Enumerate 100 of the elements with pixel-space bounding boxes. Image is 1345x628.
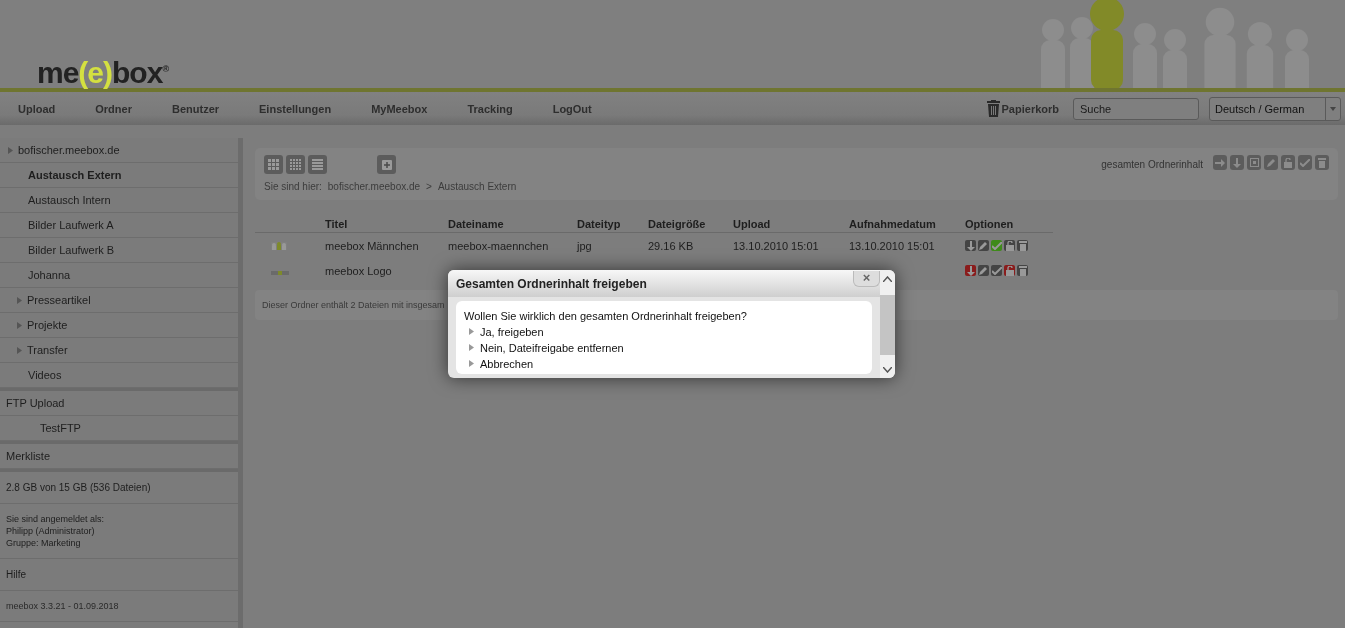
option-button[interactable] bbox=[991, 240, 1002, 251]
option-button[interactable] bbox=[1004, 240, 1015, 251]
table-cell-text: meebox-maennchen bbox=[448, 239, 550, 252]
option-button[interactable] bbox=[965, 265, 976, 276]
breadcrumb-link[interactable]: Austausch Extern bbox=[437, 181, 517, 192]
table-cell-text: jpg bbox=[577, 239, 593, 252]
trash-icon bbox=[986, 100, 1000, 117]
table-cell-text: 29.16 KB bbox=[648, 239, 695, 252]
dialog-title: Gesamten Ordnerinhalt freigeben bbox=[456, 276, 647, 291]
grid-icon bbox=[268, 159, 279, 170]
breadcrumb-link[interactable]: bofischer.meebox.de bbox=[327, 181, 421, 192]
nav-link[interactable]: Ordner bbox=[95, 102, 132, 115]
column-header: Dateiname bbox=[448, 218, 505, 230]
scrollbar-thumb[interactable] bbox=[880, 294, 895, 355]
expand-arrow-icon[interactable] bbox=[469, 360, 474, 367]
lock-icon bbox=[1005, 265, 1014, 276]
folder-item[interactable]: Projekte bbox=[0, 313, 238, 338]
trash-icon bbox=[1018, 265, 1027, 276]
meebox-logo: me(e)box$^{®}$ bbox=[37, 55, 168, 88]
bulk-action-button[interactable] bbox=[1230, 155, 1244, 170]
lock-icon bbox=[1284, 157, 1292, 168]
expand-arrow-icon[interactable] bbox=[8, 146, 13, 154]
option-button[interactable] bbox=[965, 240, 976, 251]
close-button[interactable]: × bbox=[853, 270, 880, 287]
view-button[interactable] bbox=[264, 155, 283, 174]
table-cell-text: meebox Logo bbox=[325, 264, 393, 277]
nav-link[interactable]: Tracking bbox=[467, 102, 513, 115]
folder-item[interactable]: Austausch Extern bbox=[0, 163, 238, 188]
view-button[interactable] bbox=[286, 155, 305, 174]
nav-link[interactable]: Upload bbox=[18, 102, 56, 115]
option-button[interactable] bbox=[1004, 265, 1015, 276]
bulk-action-button[interactable] bbox=[1315, 155, 1329, 170]
expand-arrow-icon[interactable] bbox=[469, 344, 474, 351]
lock-icon bbox=[1005, 240, 1014, 251]
option-button[interactable] bbox=[991, 265, 1002, 276]
trash-link[interactable]: Papierkorb bbox=[986, 100, 1059, 117]
new-folder-button[interactable] bbox=[377, 155, 396, 174]
folder-item[interactable]: bofischer.meebox.de bbox=[0, 138, 238, 163]
column-header: Aufnahmedatum bbox=[849, 218, 937, 230]
login-info: Philipp (Administrator) bbox=[6, 526, 96, 536]
scroll-up-icon[interactable] bbox=[883, 276, 892, 282]
bulk-action-button[interactable] bbox=[1298, 155, 1312, 170]
breadcrumb-label: Sie sind hier: bbox=[264, 181, 322, 192]
version-text: meebox 3.3.21 - 01.09.2018 bbox=[6, 601, 120, 611]
folder-item[interactable]: Bilder Laufwerk B bbox=[0, 238, 238, 263]
list-icon bbox=[312, 159, 323, 170]
folder-plus-icon bbox=[381, 159, 392, 170]
option-button[interactable] bbox=[978, 240, 989, 251]
dialog-option-link[interactable]: Ja, freigeben bbox=[464, 325, 864, 338]
view-button[interactable] bbox=[308, 155, 327, 174]
option-button[interactable] bbox=[1017, 265, 1028, 276]
arrow-down-icon bbox=[965, 265, 976, 276]
login-info: Gruppe: Marketing bbox=[6, 538, 82, 548]
arrow-down-icon bbox=[965, 240, 976, 251]
folder-item[interactable]: Bilder Laufwerk A bbox=[0, 213, 238, 238]
nav-link[interactable]: Benutzer bbox=[171, 102, 220, 115]
table-cell-text: meebox Männchen bbox=[325, 239, 420, 252]
language-select[interactable]: Deutsch / German bbox=[1209, 96, 1341, 121]
login-info: Sie sind angemeldet als: bbox=[6, 514, 106, 524]
check-icon bbox=[991, 241, 1002, 250]
pencil-icon bbox=[1266, 158, 1276, 167]
column-header: Optionen bbox=[965, 218, 1015, 230]
dialog-option-link[interactable]: Abbrechen bbox=[464, 357, 864, 370]
folder-item[interactable]: Johanna bbox=[0, 263, 238, 288]
option-button[interactable] bbox=[978, 265, 989, 276]
arrow-right-icon bbox=[1215, 157, 1225, 168]
expand-arrow-icon[interactable] bbox=[469, 328, 474, 335]
storage-info: 2.8 GB von 15 GB (536 Dateien) bbox=[6, 482, 152, 493]
check-icon bbox=[1300, 158, 1310, 167]
expand-arrow-icon[interactable] bbox=[17, 296, 22, 304]
folder-item[interactable]: Presseartikel bbox=[0, 288, 238, 313]
arrow-down-icon bbox=[1232, 157, 1242, 168]
dropdown-arrow-icon bbox=[1330, 106, 1336, 111]
scroll-down-icon[interactable] bbox=[883, 367, 892, 373]
check-icon bbox=[991, 266, 1002, 275]
ftp-upload-item[interactable]: FTP Upload bbox=[0, 391, 238, 416]
search-field[interactable]: Suche bbox=[1073, 97, 1199, 120]
option-button[interactable] bbox=[1017, 240, 1028, 251]
frame-icon bbox=[1249, 158, 1259, 167]
bulk-action-button[interactable] bbox=[1247, 155, 1261, 170]
column-header: Upload bbox=[733, 218, 772, 230]
column-header: Dateigröße bbox=[648, 218, 707, 230]
expand-arrow-icon[interactable] bbox=[17, 321, 22, 329]
bulk-action-button[interactable] bbox=[1213, 155, 1227, 170]
help-link[interactable]: Hilfe bbox=[6, 569, 232, 580]
folder-item[interactable]: Transfer bbox=[0, 338, 238, 363]
expand-arrow-icon[interactable] bbox=[17, 346, 22, 354]
folder-item[interactable]: Austausch Intern bbox=[0, 188, 238, 213]
nav-link[interactable]: Einstellungen bbox=[259, 102, 332, 115]
nav-link[interactable]: MyMeebox bbox=[371, 102, 428, 115]
grid-icon bbox=[290, 159, 301, 170]
dialog-option-link[interactable]: Nein, Dateifreigabe entfernen bbox=[464, 341, 864, 354]
pencil-icon bbox=[979, 266, 988, 275]
bulk-action-button[interactable] bbox=[1264, 155, 1278, 170]
pencil-icon bbox=[979, 241, 988, 250]
column-header: Titel bbox=[325, 218, 349, 230]
nav-link[interactable]: LogOut bbox=[552, 102, 592, 115]
trash-icon bbox=[1318, 157, 1326, 168]
breadcrumb-separator: > bbox=[426, 181, 432, 192]
bulk-action-button[interactable] bbox=[1281, 155, 1295, 170]
